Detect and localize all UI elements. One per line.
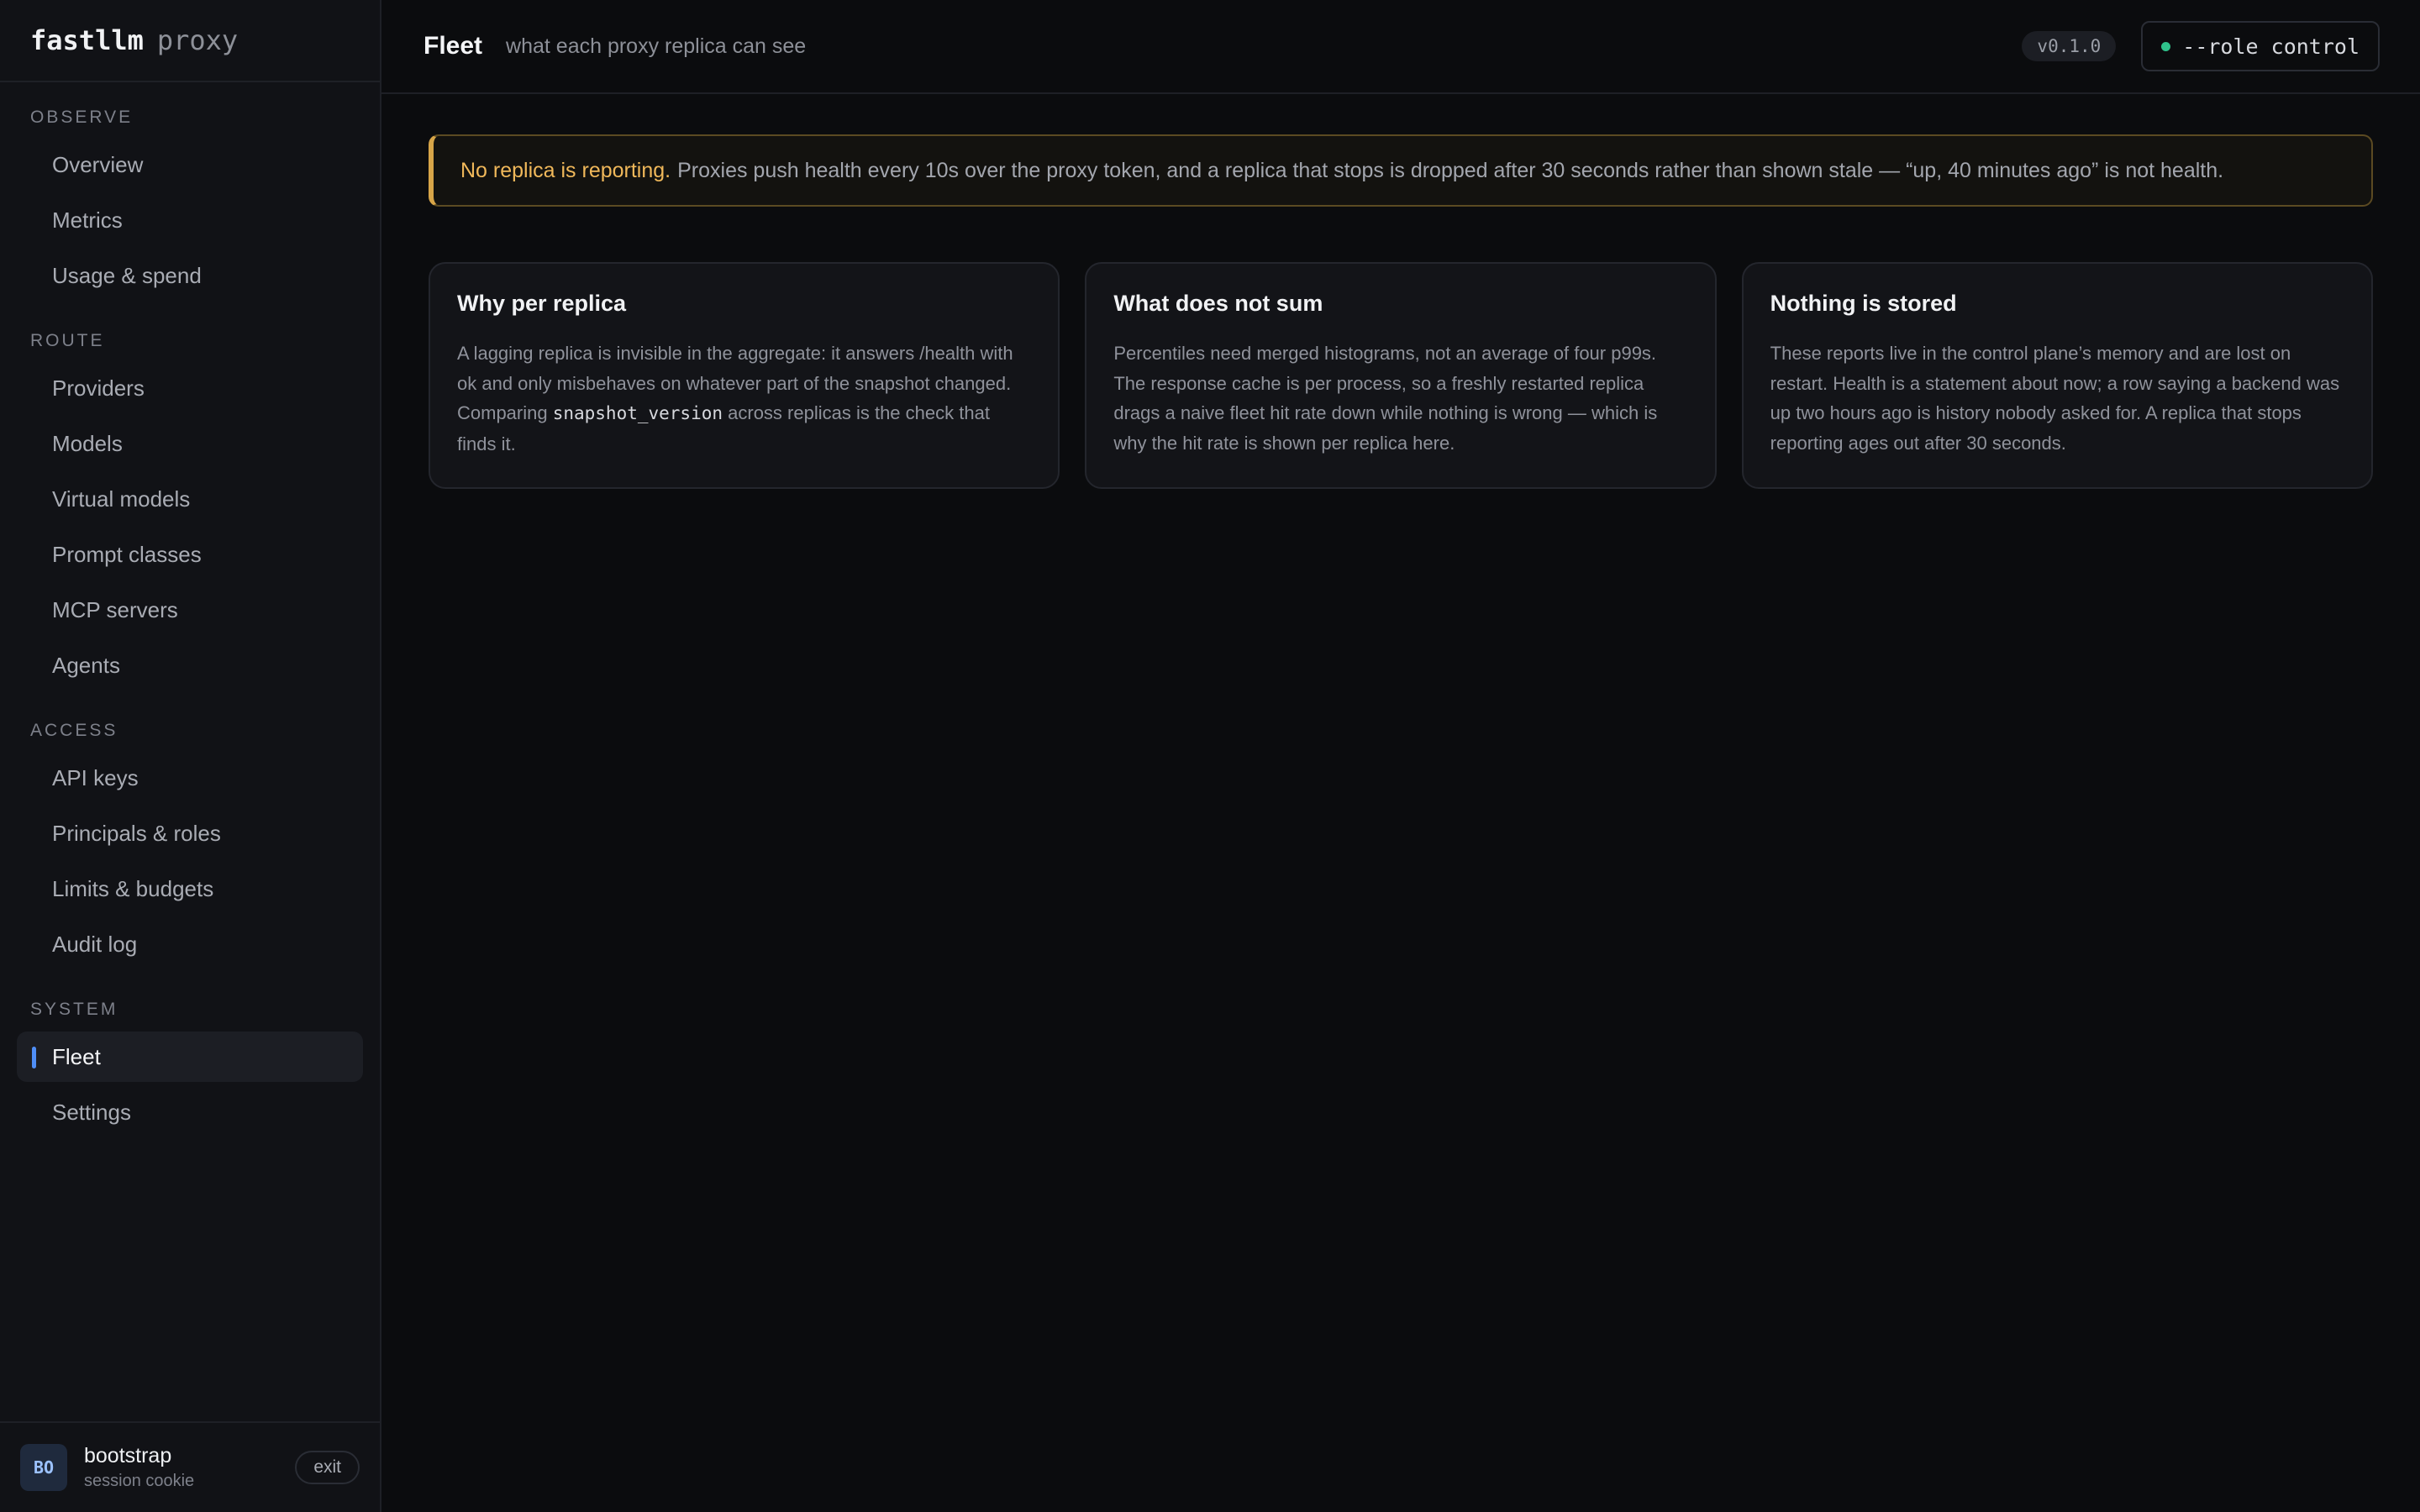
sidebar-item-label: Virtual models — [52, 486, 191, 512]
sidebar-item-label: Limits & budgets — [52, 875, 214, 901]
status-dot-icon — [2161, 41, 2171, 51]
sidebar-item-label: Providers — [52, 375, 145, 401]
sidebar-item-label: Usage & spend — [52, 262, 202, 288]
sidebar-item-label: Fleet — [52, 1043, 101, 1069]
sidebar-item-label: Settings — [52, 1099, 131, 1125]
banner-headline: No replica is reporting. — [460, 158, 671, 182]
sidebar: fastllm proxy OBSERVE Overview Metrics U… — [0, 0, 381, 1512]
nav-section-route: ROUTE Providers Models Virtual models Pr… — [0, 306, 380, 690]
exit-button[interactable]: exit — [295, 1451, 360, 1484]
banner-text: Proxies push health every 10s over the p… — [677, 158, 2224, 182]
nav-heading: ACCESS — [30, 721, 118, 740]
sidebar-item-agents[interactable]: Agents — [17, 640, 363, 690]
sidebar-item-virtual-models[interactable]: Virtual models — [17, 474, 363, 524]
code-snippet: snapshot_version — [552, 403, 723, 423]
sidebar-item-label: API keys — [52, 764, 139, 790]
sidebar-item-principals-roles[interactable]: Principals & roles — [17, 808, 363, 858]
sidebar-item-overview[interactable]: Overview — [17, 139, 363, 190]
card-body: These reports live in the control plane’… — [1770, 343, 2340, 454]
card-title: Why per replica — [457, 291, 627, 316]
nav-section-access: ACCESS API keys Principals & roles Limit… — [0, 696, 380, 969]
avatar: BO — [20, 1444, 67, 1491]
brand-suffix: proxy — [156, 24, 239, 56]
brand-logo[interactable]: fastllm proxy — [0, 0, 380, 82]
nav-heading: ROUTE — [30, 331, 105, 350]
user-meta: bootstrap session cookie — [84, 1444, 295, 1491]
topbar: Fleet what each proxy replica can see v0… — [381, 0, 2420, 94]
sidebar-item-label: Agents — [52, 652, 120, 678]
sidebar-item-audit-log[interactable]: Audit log — [17, 919, 363, 969]
brand-name: fastllm — [30, 24, 144, 56]
card-title: Nothing is stored — [1770, 291, 1957, 316]
sidebar-item-label: Models — [52, 430, 123, 456]
sidebar-item-providers[interactable]: Providers — [17, 363, 363, 413]
user-name: bootstrap — [84, 1444, 172, 1467]
content: No replica is reporting. Proxies push he… — [381, 94, 2420, 489]
sidebar-nav: OBSERVE Overview Metrics Usage & spend R… — [0, 82, 380, 1137]
nav-heading: SYSTEM — [30, 1000, 118, 1019]
sidebar-item-mcp-servers[interactable]: MCP servers — [17, 585, 363, 635]
sidebar-item-prompt-classes[interactable]: Prompt classes — [17, 529, 363, 580]
sidebar-item-metrics[interactable]: Metrics — [17, 195, 363, 245]
sidebar-item-label: Prompt classes — [52, 541, 202, 567]
info-cards: Why per replica A lagging replica is inv… — [429, 262, 2373, 489]
info-card-what-does-not-sum: What does not sum Percentiles need merge… — [1085, 262, 1717, 489]
user-panel: BO bootstrap session cookie exit — [0, 1421, 380, 1512]
nav-heading: OBSERVE — [30, 108, 134, 127]
card-body: A lagging replica is invisible in the ag… — [457, 339, 1031, 459]
main-area: Fleet what each proxy replica can see v0… — [381, 0, 2420, 1512]
sidebar-item-label: Audit log — [52, 931, 138, 957]
card-title: What does not sum — [1113, 291, 1323, 316]
sidebar-item-label: Overview — [52, 151, 144, 177]
info-card-nothing-is-stored: Nothing is stored These reports live in … — [1741, 262, 2373, 489]
nav-section-observe: OBSERVE Overview Metrics Usage & spend — [0, 82, 380, 301]
sidebar-item-label: Metrics — [52, 207, 123, 233]
nav-section-system: SYSTEM Fleet Settings — [0, 974, 380, 1137]
page-title: Fleet — [424, 32, 483, 60]
sidebar-item-settings[interactable]: Settings — [17, 1087, 363, 1137]
sidebar-item-fleet[interactable]: Fleet — [17, 1032, 363, 1082]
sidebar-item-api-keys[interactable]: API keys — [17, 753, 363, 803]
sidebar-item-label: Principals & roles — [52, 820, 221, 846]
info-card-why-per-replica: Why per replica A lagging replica is inv… — [429, 262, 1060, 489]
page-subtitle: what each proxy replica can see — [506, 34, 807, 58]
sidebar-item-label: MCP servers — [52, 596, 178, 622]
app-root: fastllm proxy OBSERVE Overview Metrics U… — [0, 0, 2420, 1512]
sidebar-item-limits-budgets[interactable]: Limits & budgets — [17, 864, 363, 914]
warning-banner: No replica is reporting. Proxies push he… — [429, 134, 2373, 207]
sidebar-item-models[interactable]: Models — [17, 418, 363, 469]
role-label: --role control — [2182, 34, 2360, 59]
sidebar-item-usage-spend[interactable]: Usage & spend — [17, 250, 363, 301]
card-body: Percentiles need merged histograms, not … — [1113, 343, 1658, 454]
session-label: session cookie — [84, 1472, 195, 1490]
role-indicator[interactable]: --role control — [2141, 21, 2380, 71]
version-badge: v0.1.0 — [2022, 31, 2117, 61]
